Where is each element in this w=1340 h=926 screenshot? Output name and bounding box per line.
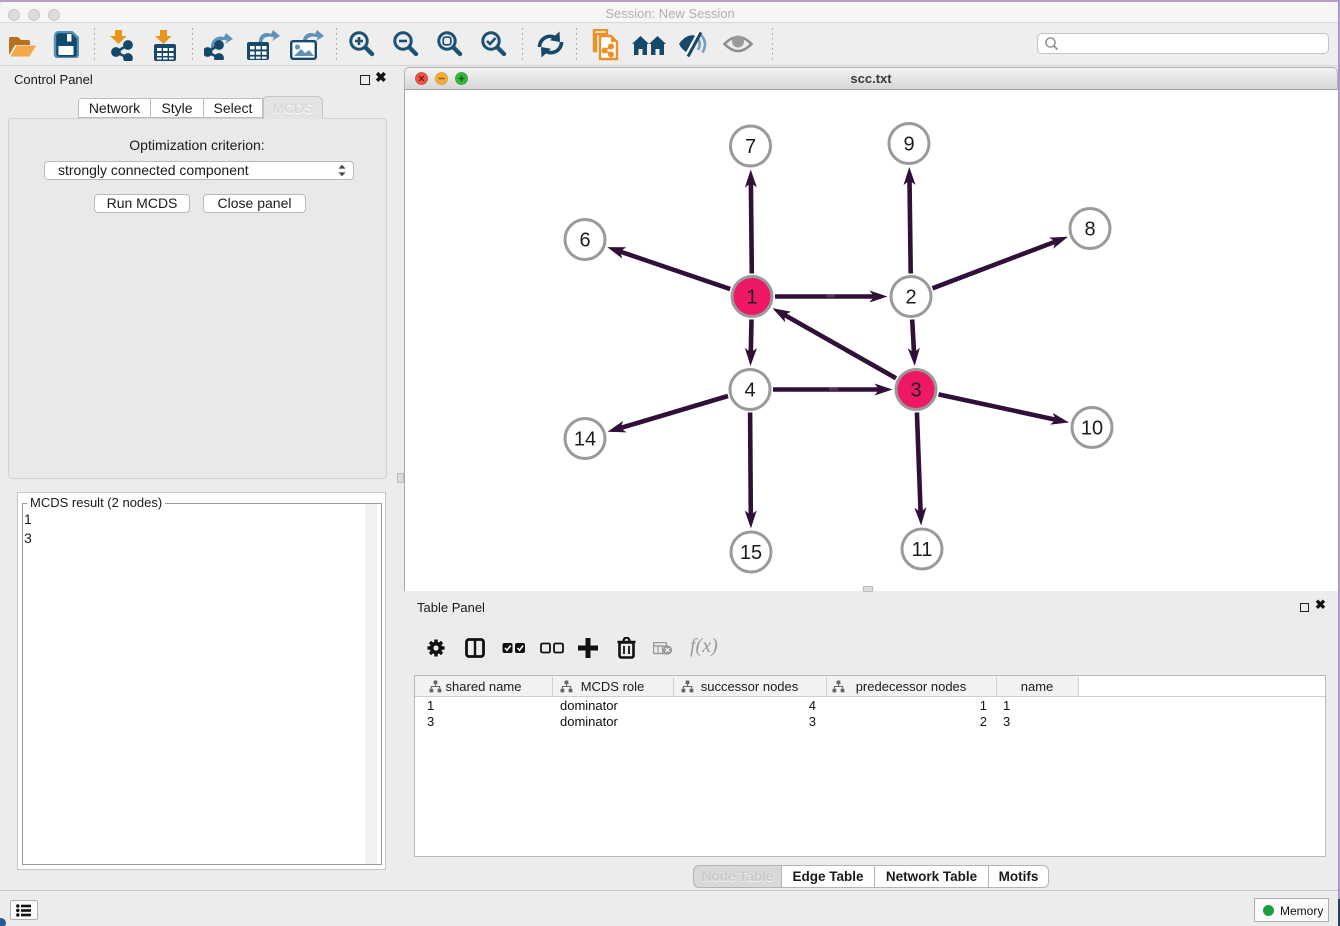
- svg-text:6: 6: [579, 230, 590, 252]
- svg-text:10: 10: [1081, 418, 1103, 440]
- svg-text:1: 1: [746, 287, 757, 309]
- svg-text:7: 7: [745, 136, 756, 158]
- svg-text:15: 15: [740, 542, 762, 564]
- svg-text:14: 14: [574, 429, 596, 451]
- svg-text:4: 4: [744, 380, 755, 402]
- svg-text:2: 2: [905, 287, 916, 309]
- svg-text:9: 9: [903, 134, 914, 156]
- svg-text:8: 8: [1084, 219, 1095, 241]
- svg-text:3: 3: [910, 380, 921, 402]
- svg-text:11: 11: [912, 539, 933, 561]
